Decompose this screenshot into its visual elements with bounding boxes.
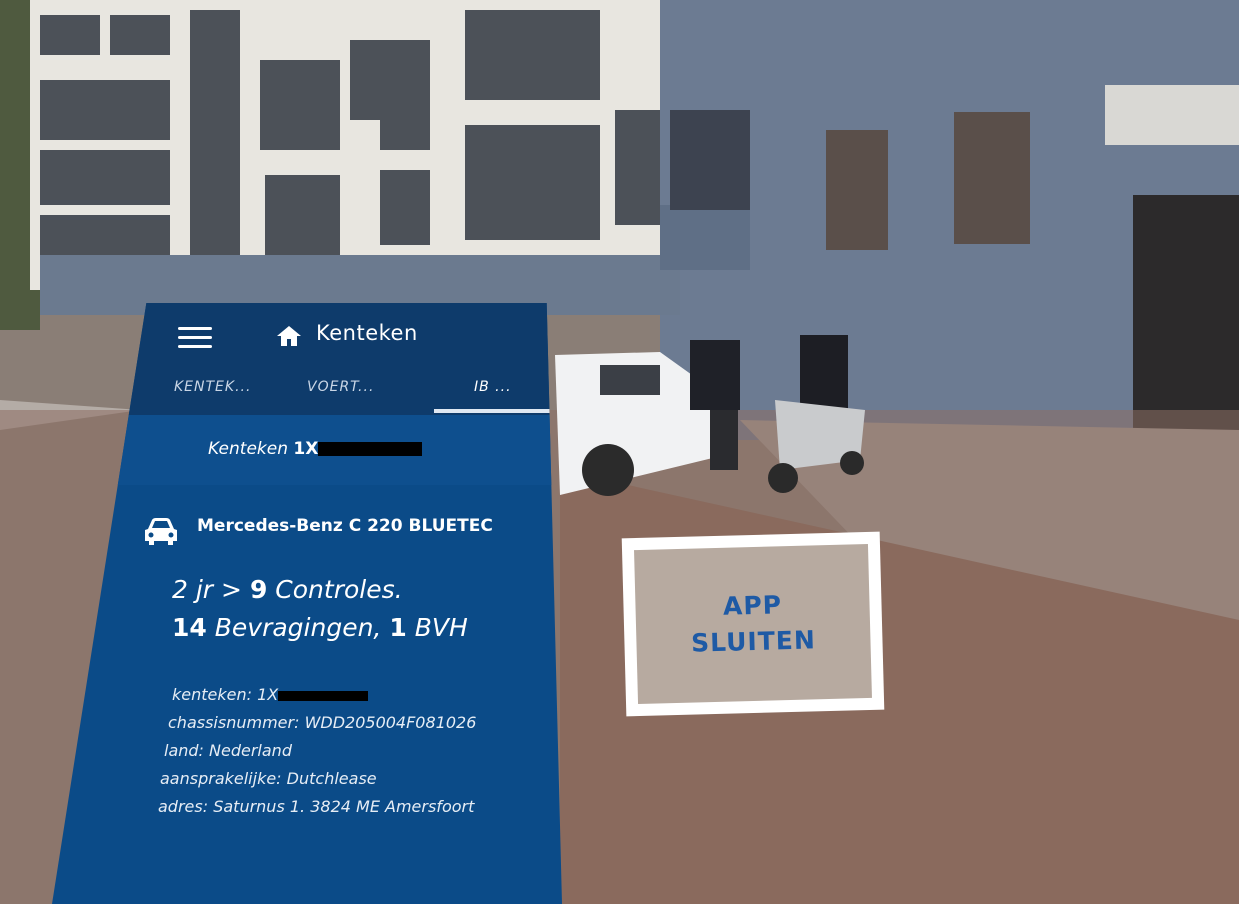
bvh-label: BVH	[414, 613, 468, 642]
close-app-inner: APP SLUITEN	[634, 543, 872, 705]
close-app-label: APP SLUITEN	[690, 590, 817, 658]
detail-value: 1X	[257, 685, 279, 704]
controls-count: 9	[249, 575, 268, 604]
queries-label: Bevragingen,	[214, 613, 382, 642]
queries-count: 14	[172, 613, 207, 642]
controls-label: Controles.	[275, 575, 403, 604]
bvh-count: 1	[389, 613, 407, 642]
active-tab-indicator	[434, 409, 550, 413]
plate-label: Kenteken 1X	[208, 439, 423, 459]
tab-voertuig[interactable]: VOERT...	[307, 379, 374, 395]
detail-chassis: chassisnummer: WDD205004F081026	[158, 709, 476, 737]
detail-label: land:	[164, 741, 204, 760]
hamburger-menu-icon[interactable]	[178, 327, 212, 349]
detail-aansprakelijke: aansprakelijke: Dutchlease	[158, 765, 476, 793]
car-icon	[145, 518, 177, 545]
tab-kenteken[interactable]: KENTEK...	[174, 379, 251, 395]
close-app-button[interactable]: APP SLUITEN	[621, 531, 885, 717]
detail-label: kenteken:	[172, 685, 253, 704]
redaction-bar	[318, 442, 423, 456]
detail-label: aansprakelijke:	[160, 769, 282, 788]
detail-label: adres:	[158, 797, 209, 816]
plate-label-text: Kenteken	[208, 439, 288, 459]
detail-value: WDD205004F081026	[304, 713, 477, 732]
header-title: Kenteken	[316, 321, 418, 345]
vehicle-details: kenteken: 1X chassisnummer: WDD205004F08…	[158, 681, 476, 821]
tab-ib[interactable]: IB ...	[474, 379, 512, 395]
detail-value: Saturnus 1. 3824 ME Amersfoort	[213, 797, 475, 816]
stats-period: 2 jr >	[172, 575, 242, 604]
detail-value: Nederland	[209, 741, 292, 760]
vehicle-name: Mercedes-Benz C 220 BLUETEC	[197, 516, 493, 536]
home-icon	[277, 326, 301, 346]
detail-kenteken: kenteken: 1X	[158, 681, 476, 709]
detail-adres: adres: Saturnus 1. 3824 ME Amersfoort	[158, 793, 476, 821]
redaction-bar	[278, 690, 369, 701]
detail-label: chassisnummer:	[168, 713, 300, 732]
plate-value: 1X	[293, 439, 319, 459]
detail-value: Dutchlease	[286, 769, 377, 788]
vehicle-stats: 2 jr > 9 Controles. 14 Bevragingen, 1 BV…	[172, 571, 468, 647]
detail-land: land: Nederland	[158, 737, 476, 765]
